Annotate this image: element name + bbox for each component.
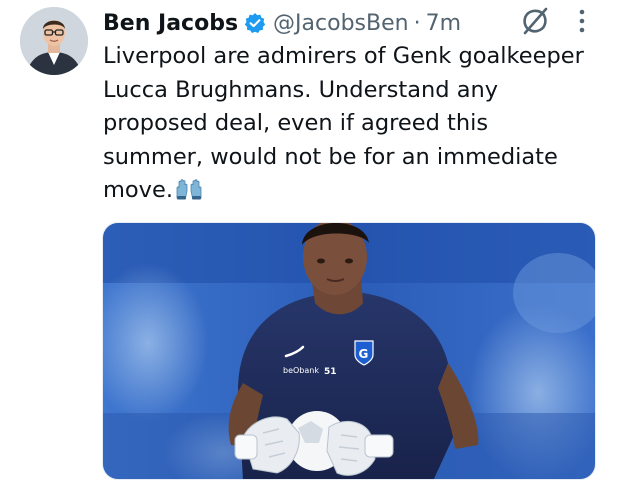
grok-icon[interactable] (521, 6, 549, 36)
display-name[interactable]: Ben Jacobs (103, 11, 238, 36)
tweet: Ben Jacobs @JacobsBen · 7m Liverpool are… (0, 0, 617, 500)
shirt-sponsor: beObank (283, 366, 319, 375)
timestamp[interactable]: 7m (426, 11, 461, 36)
gloves-emoji (174, 177, 204, 201)
tweet-text-last-line: move. (103, 174, 603, 208)
tweet-text-line: Lucca Brughmans. Understand any (103, 76, 499, 103)
shirt-crest: G (359, 347, 369, 361)
shirt-number: 51 (324, 367, 337, 377)
tweet-text-line: proposed deal, even if agreed this (103, 110, 489, 136)
verified-badge-icon (244, 12, 266, 34)
tweet-text-line: summer, would not be for an immediate (103, 143, 558, 170)
separator-dot: · (413, 10, 421, 36)
tweet-media-photo[interactable]: beObank 51 G (102, 222, 596, 480)
tweet-text-line: Liverpool are admirers of Genk goalkeepe… (103, 43, 584, 69)
tweet-text-line: move. (103, 177, 173, 203)
more-options-icon[interactable] (576, 8, 588, 34)
avatar[interactable] (20, 7, 88, 75)
tweet-text: Liverpool are admirers of Genk goalkeepe… (103, 40, 603, 208)
user-handle[interactable]: @JacobsBen (273, 11, 409, 36)
